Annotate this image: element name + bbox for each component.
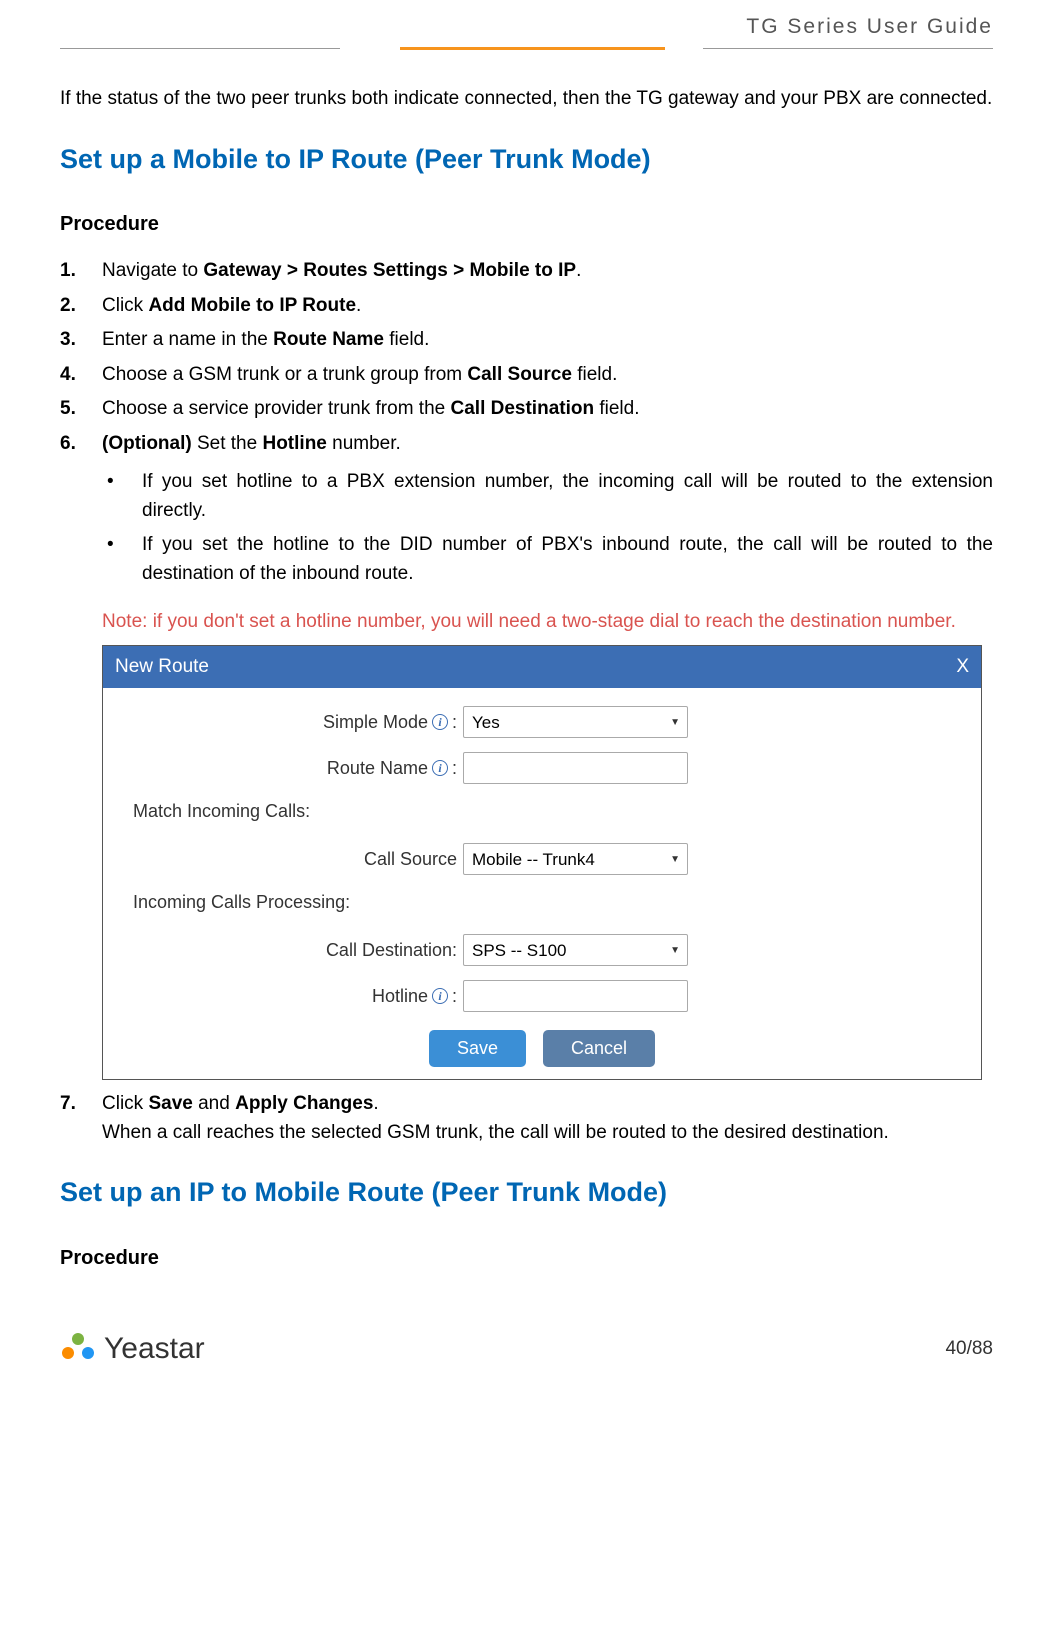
section-title-1: Set up a Mobile to IP Route (Peer Trunk …	[60, 139, 993, 180]
info-icon[interactable]: i	[432, 988, 448, 1004]
call-destination-select[interactable]: SPS -- S100	[463, 934, 688, 966]
step-7: 7. Click Save and Apply Changes. When a …	[60, 1090, 993, 1147]
step-6: 6. (Optional) Set the Hotline number.	[60, 430, 993, 459]
simple-mode-select[interactable]: Yes	[463, 706, 688, 738]
yeastar-logo: Yeastar	[60, 1331, 205, 1367]
header-title: TG Series User Guide	[60, 15, 993, 39]
new-route-dialog: New Route X Simple Mode i : Yes Route Na…	[102, 645, 982, 1081]
step-3: 3. Enter a name in the Route Name field.	[60, 326, 993, 355]
close-icon[interactable]: X	[956, 653, 969, 682]
section-title-2: Set up an IP to Mobile Route (Peer Trunk…	[60, 1172, 993, 1213]
procedure-heading-1: Procedure	[60, 209, 993, 239]
incoming-processing-label: Incoming Calls Processing:	[133, 889, 951, 916]
note-text: Note: if you don't set a hotline number,…	[102, 608, 993, 637]
call-source-select[interactable]: Mobile -- Trunk4	[463, 843, 688, 875]
content: If the status of the two peer trunks bot…	[0, 55, 1053, 1311]
step-4: 4. Choose a GSM trunk or a trunk group f…	[60, 361, 993, 390]
call-source-label: Call Source	[133, 846, 463, 873]
intro-paragraph: If the status of the two peer trunks bot…	[60, 85, 993, 114]
logo-text: Yeastar	[104, 1332, 205, 1366]
procedure-heading-2: Procedure	[60, 1243, 993, 1273]
call-destination-label: Call Destination:	[133, 937, 463, 964]
dialog-title: New Route	[115, 653, 209, 682]
info-icon[interactable]: i	[432, 760, 448, 776]
bullet-2: • If you set the hotline to the DID numb…	[102, 531, 993, 588]
header-rule-orange	[400, 47, 665, 50]
save-button[interactable]: Save	[429, 1030, 526, 1067]
simple-mode-label: Simple Mode i :	[133, 709, 463, 736]
step-1: 1. Navigate to Gateway > Routes Settings…	[60, 257, 993, 286]
page-footer: Yeastar 40/88	[0, 1311, 1053, 1397]
steps-list-cont: 7. Click Save and Apply Changes. When a …	[60, 1090, 993, 1147]
info-icon[interactable]: i	[432, 714, 448, 730]
steps-list: 1. Navigate to Gateway > Routes Settings…	[60, 257, 993, 458]
cancel-button[interactable]: Cancel	[543, 1030, 655, 1067]
bullet-1: • If you set hotline to a PBX extension …	[102, 468, 993, 525]
logo-icon	[60, 1331, 96, 1367]
header-rule-right	[703, 48, 993, 49]
route-name-input[interactable]	[463, 752, 688, 784]
header-rule-left	[60, 48, 340, 49]
match-incoming-label: Match Incoming Calls:	[133, 798, 951, 825]
step-5: 5. Choose a service provider trunk from …	[60, 395, 993, 424]
bullet-list: • If you set hotline to a PBX extension …	[102, 468, 993, 588]
hotline-input[interactable]	[463, 980, 688, 1012]
route-name-label: Route Name i :	[133, 755, 463, 782]
page-number: 40/88	[945, 1338, 993, 1360]
step-2: 2. Click Add Mobile to IP Route.	[60, 292, 993, 321]
dialog-titlebar: New Route X	[103, 646, 981, 689]
hotline-label: Hotline i :	[133, 983, 463, 1010]
page-header: TG Series User Guide	[0, 0, 1053, 55]
